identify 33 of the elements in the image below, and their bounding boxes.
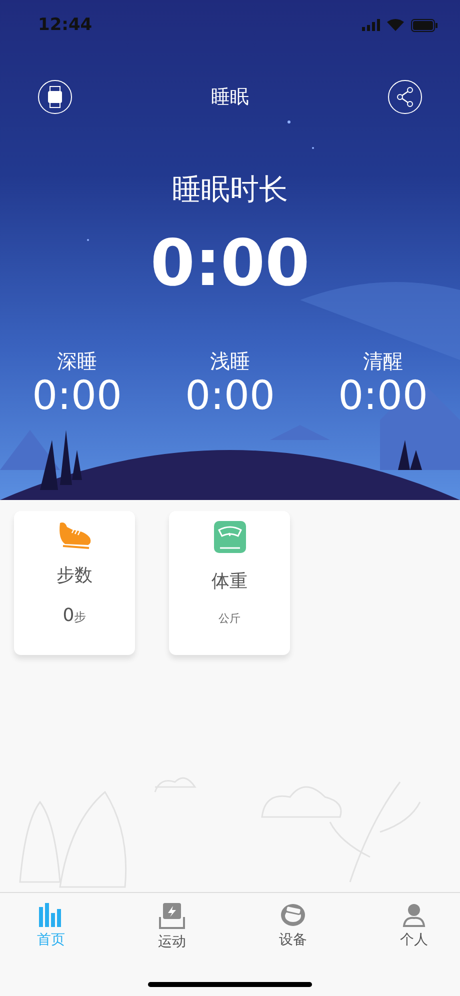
card-title: 体重: [212, 570, 248, 593]
wifi-icon: [387, 19, 404, 31]
stage-duration: 0:00: [185, 375, 275, 417]
card-title: 步数: [56, 564, 92, 587]
tab[interactable]: 个人: [400, 903, 428, 951]
share-icon: [396, 86, 414, 108]
status-time: 12:44: [38, 15, 92, 35]
lightning-tray-icon: [159, 903, 185, 929]
watch-icon: [48, 86, 62, 108]
card-value: 0: [62, 605, 74, 626]
page-title: 睡眠: [211, 85, 249, 110]
stage-label: 深睡: [57, 348, 97, 375]
card-unit: 公斤: [218, 611, 240, 626]
scale-icon: [214, 521, 246, 553]
person-icon: [402, 903, 426, 927]
sneaker-icon: [56, 521, 92, 551]
sleep-duration-value: 0:00: [150, 232, 310, 296]
card-unit: 步: [74, 609, 86, 626]
stage-duration: 0:00: [32, 375, 122, 417]
stage-label: 浅睡: [210, 348, 250, 375]
weight-card[interactable]: 体重 公斤: [169, 511, 290, 655]
battery-icon: [411, 18, 438, 32]
tab[interactable]: 设备: [279, 903, 307, 951]
stage-duration: 0:00: [338, 375, 428, 417]
watch-button[interactable]: [38, 80, 72, 114]
bar-chart-icon: [38, 903, 64, 927]
wristband-icon: [280, 903, 306, 927]
share-button[interactable]: [388, 80, 422, 114]
signal-icon: [362, 19, 380, 31]
steps-card[interactable]: 步数 0步: [14, 511, 135, 655]
tab[interactable]: 运动: [158, 903, 186, 951]
stage-label: 清醒: [363, 348, 403, 375]
sleep-duration-label: 睡眠时长: [172, 171, 288, 208]
